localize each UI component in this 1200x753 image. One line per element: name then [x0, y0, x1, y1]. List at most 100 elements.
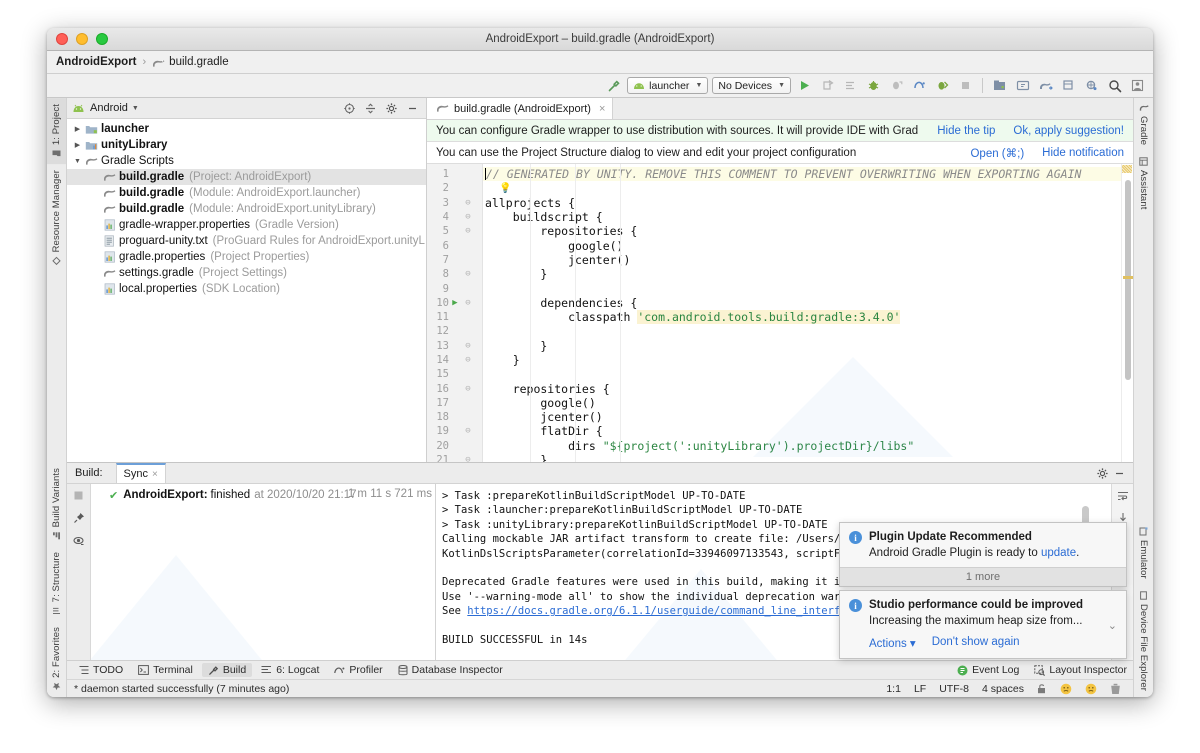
actions-dropdown[interactable]: Actions ▾: [869, 636, 916, 650]
tree-node[interactable]: gradle-wrapper.properties (Gradle Version…: [67, 217, 426, 233]
tree-node[interactable]: settings.gradle (Project Settings): [67, 265, 426, 281]
sidebar-item-project[interactable]: 1: Project: [47, 98, 66, 165]
code-line[interactable]: 💡: [483, 181, 1133, 195]
sidebar-item-emulator[interactable]: Emulator: [1134, 521, 1153, 585]
editor-gutter[interactable]: 1 2 3 ⊖ 4 ⊖ 5 ⊖ 6 7 8 ⊖ 9 10 ▶ ⊖ 11 12 13 ⊖ 14 ⊖ 15 16 ⊖ 17 18 19 ⊖ 2…: [427, 164, 483, 462]
code-line[interactable]: google(): [483, 238, 1133, 253]
caret-position[interactable]: 1:1: [881, 683, 906, 695]
gutter-line[interactable]: 13 ⊖: [427, 339, 482, 353]
gutter-line[interactable]: 19 ⊖: [427, 424, 482, 438]
gutter-line[interactable]: 16 ⊖: [427, 381, 482, 395]
breadcrumb-file[interactable]: build.gradle: [169, 56, 228, 68]
fold-marker-icon[interactable]: ⊖: [461, 212, 475, 222]
build-icon[interactable]: [604, 76, 623, 95]
gutter-line[interactable]: 11: [427, 310, 482, 324]
balloon-plugin-update[interactable]: i Plugin Update Recommended Android Grad…: [839, 522, 1127, 587]
fold-marker-icon[interactable]: ⊖: [461, 298, 475, 308]
tab-sync[interactable]: Sync ×: [115, 463, 166, 483]
gutter-line[interactable]: 7: [427, 253, 482, 267]
code-line[interactable]: jcenter(): [483, 253, 1133, 267]
sidebar-item-build-variants[interactable]: Build Variants: [47, 462, 66, 546]
file-encoding[interactable]: UTF-8: [934, 683, 974, 695]
gutter-line[interactable]: 8 ⊖: [427, 267, 482, 281]
open-project-structure-link[interactable]: Open (⌘;): [970, 146, 1024, 160]
gutter-line[interactable]: 2: [427, 181, 482, 195]
tree-node[interactable]: build.gradle (Module: AndroidExport.unity…: [67, 201, 426, 217]
scrollbar-thumb[interactable]: [1125, 180, 1131, 380]
stop-icon[interactable]: [956, 76, 975, 95]
collapse-all-icon[interactable]: [362, 100, 379, 117]
settings-gear-icon[interactable]: [1094, 465, 1111, 482]
code-line[interactable]: classpath 'com.android.tools.build:gradl…: [483, 310, 1133, 325]
gutter-line[interactable]: 5 ⊖: [427, 224, 482, 238]
sidebar-item-assistant[interactable]: Assistant: [1134, 151, 1153, 215]
code-line[interactable]: }: [483, 353, 1133, 367]
code-line[interactable]: dirs "${project(':unityLibrary').project…: [483, 439, 1133, 453]
code-line[interactable]: [483, 367, 1133, 381]
code-line[interactable]: }: [483, 267, 1133, 281]
fold-marker-icon[interactable]: ⊖: [461, 341, 475, 351]
code-line[interactable]: // GENERATED BY UNITY. REMOVE THIS COMME…: [483, 167, 1133, 182]
device-manager-icon[interactable]: [1082, 76, 1101, 95]
hide-icon[interactable]: [1111, 465, 1128, 482]
code-line[interactable]: jcenter(): [483, 410, 1133, 424]
gutter-line[interactable]: 20: [427, 439, 482, 453]
chevron-down-icon[interactable]: ▼: [132, 105, 139, 112]
wrap-text-icon[interactable]: [1117, 490, 1129, 502]
bottom-tab-event-log[interactable]: Event Log: [951, 663, 1025, 677]
dont-show-again-link[interactable]: Don't show again: [932, 636, 1020, 650]
balloon-studio-performance[interactable]: i Studio performance could be improved I…: [839, 590, 1127, 659]
debug-icon[interactable]: [864, 76, 883, 95]
code-line[interactable]: allprojects {: [483, 196, 1133, 210]
gutter-line[interactable]: 18: [427, 410, 482, 424]
gutter-line[interactable]: 1: [427, 167, 482, 181]
code-editor[interactable]: 1 2 3 ⊖ 4 ⊖ 5 ⊖ 6 7 8 ⊖ 9 10 ▶ ⊖ 11 12 13 ⊖ 14 ⊖ 15 16 ⊖ 17 18 19 ⊖ 2…: [427, 164, 1133, 462]
sidebar-item-resource-manager[interactable]: Resource Manager: [47, 164, 66, 271]
code-line[interactable]: flatDir {: [483, 424, 1133, 438]
code-line[interactable]: }: [483, 453, 1133, 462]
run-gutter-icon[interactable]: ▶: [449, 298, 461, 308]
avd-manager-icon[interactable]: [1013, 76, 1032, 95]
fold-marker-icon[interactable]: ⊖: [461, 355, 475, 365]
bottom-tab-logcat[interactable]: 6: Logcat: [255, 663, 325, 677]
search-icon[interactable]: [1105, 76, 1124, 95]
twisty-collapsed-icon[interactable]: ▶: [71, 125, 84, 133]
unlocked-icon[interactable]: [1032, 683, 1052, 694]
neutral-face-icon[interactable]: [1055, 683, 1077, 695]
gutter-line[interactable]: 9: [427, 281, 482, 295]
gutter-line[interactable]: 15: [427, 367, 482, 381]
layout-inspector-icon[interactable]: [1059, 76, 1078, 95]
balloon-more-button[interactable]: 1 more: [840, 567, 1126, 586]
apply-code-changes-icon[interactable]: [841, 76, 860, 95]
editor-tab-build-gradle[interactable]: build.gradle (AndroidExport) ×: [427, 98, 614, 119]
trash-icon[interactable]: [1105, 683, 1126, 695]
tree-node[interactable]: proguard-unity.txt (ProGuard Rules for An…: [67, 233, 426, 249]
hide-the-tip-link[interactable]: Hide the tip: [937, 125, 995, 137]
twisty-expanded-icon[interactable]: ▼: [71, 158, 84, 165]
tree-node[interactable]: build.gradle (Project: AndroidExport): [67, 169, 426, 185]
hide-icon[interactable]: [404, 100, 421, 117]
gutter-line[interactable]: 17: [427, 396, 482, 410]
editor-scrollbar[interactable]: [1121, 164, 1133, 462]
bottom-tab-terminal[interactable]: Terminal: [132, 663, 199, 677]
gutter-line[interactable]: 12: [427, 324, 482, 338]
sync-gradle-icon[interactable]: [1036, 76, 1055, 95]
pin-icon[interactable]: [73, 512, 85, 524]
chevron-down-icon[interactable]: ⌄: [1108, 619, 1117, 632]
run-configuration-selector[interactable]: launcher ▼: [627, 77, 709, 94]
fold-marker-icon[interactable]: ⊖: [461, 455, 475, 462]
neutral-face-icon[interactable]: [1080, 683, 1102, 695]
gutter-line[interactable]: 4 ⊖: [427, 210, 482, 224]
tree-node[interactable]: ▼ Gradle Scripts: [67, 153, 426, 169]
inspection-status-icon[interactable]: [1122, 165, 1132, 173]
sidebar-item-device-file-explorer[interactable]: Device File Explorer: [1134, 585, 1153, 697]
code-line[interactable]: [483, 324, 1133, 338]
settings-gear-icon[interactable]: [383, 100, 400, 117]
sidebar-item-structure[interactable]: 7: Structure: [47, 546, 66, 621]
stop-icon[interactable]: [73, 490, 84, 501]
fold-marker-icon[interactable]: ⊖: [461, 226, 475, 236]
twisty-collapsed-icon[interactable]: ▶: [71, 141, 84, 149]
code-line[interactable]: repositories {: [483, 224, 1133, 238]
gradle-docs-link[interactable]: https://docs.gradle.org/6.1.1/userguide/…: [467, 605, 897, 617]
gutter-line[interactable]: 3 ⊖: [427, 196, 482, 210]
